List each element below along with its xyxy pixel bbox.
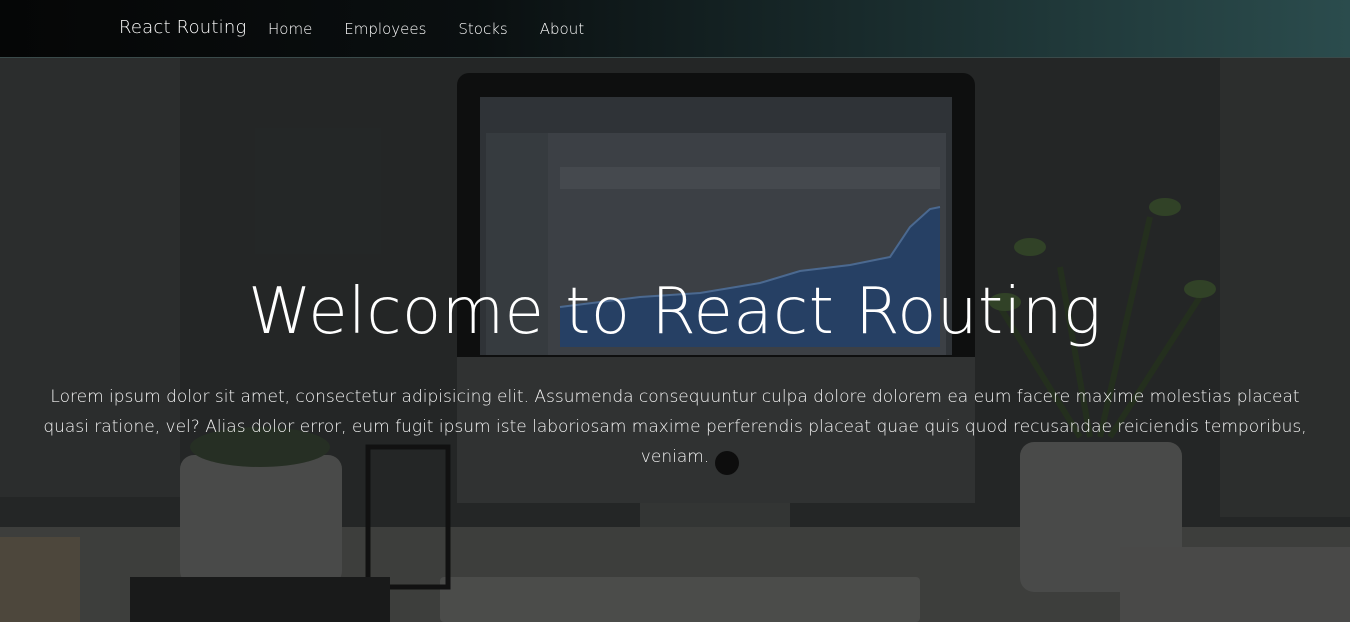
- hero-section: Welcome to React Routing Lorem ipsum dol…: [0, 57, 1350, 622]
- nav-item-stocks: Stocks: [442, 20, 523, 38]
- nav-link-employees[interactable]: Employees: [328, 20, 442, 38]
- navbar: React Routing Home Employees Stocks Abou…: [0, 0, 1350, 58]
- nav-link-home[interactable]: Home: [252, 20, 328, 38]
- nav-link-stocks[interactable]: Stocks: [442, 20, 523, 38]
- nav-item-home: Home: [252, 20, 328, 38]
- nav-item-about: About: [524, 20, 600, 38]
- nav-item-employees: Employees: [328, 20, 442, 38]
- navbar-brand[interactable]: React Routing: [119, 17, 246, 38]
- hero-title: Welcome to React Routing: [248, 275, 1102, 349]
- hero-content: Welcome to React Routing Lorem ipsum dol…: [0, 57, 1350, 622]
- nav-link-about[interactable]: About: [524, 20, 600, 38]
- hero-description: Lorem ipsum dolor sit amet, consectetur …: [43, 387, 1307, 467]
- page: React Routing Home Employees Stocks Abou…: [0, 0, 1350, 622]
- nav-links: Home Employees Stocks About: [252, 0, 600, 57]
